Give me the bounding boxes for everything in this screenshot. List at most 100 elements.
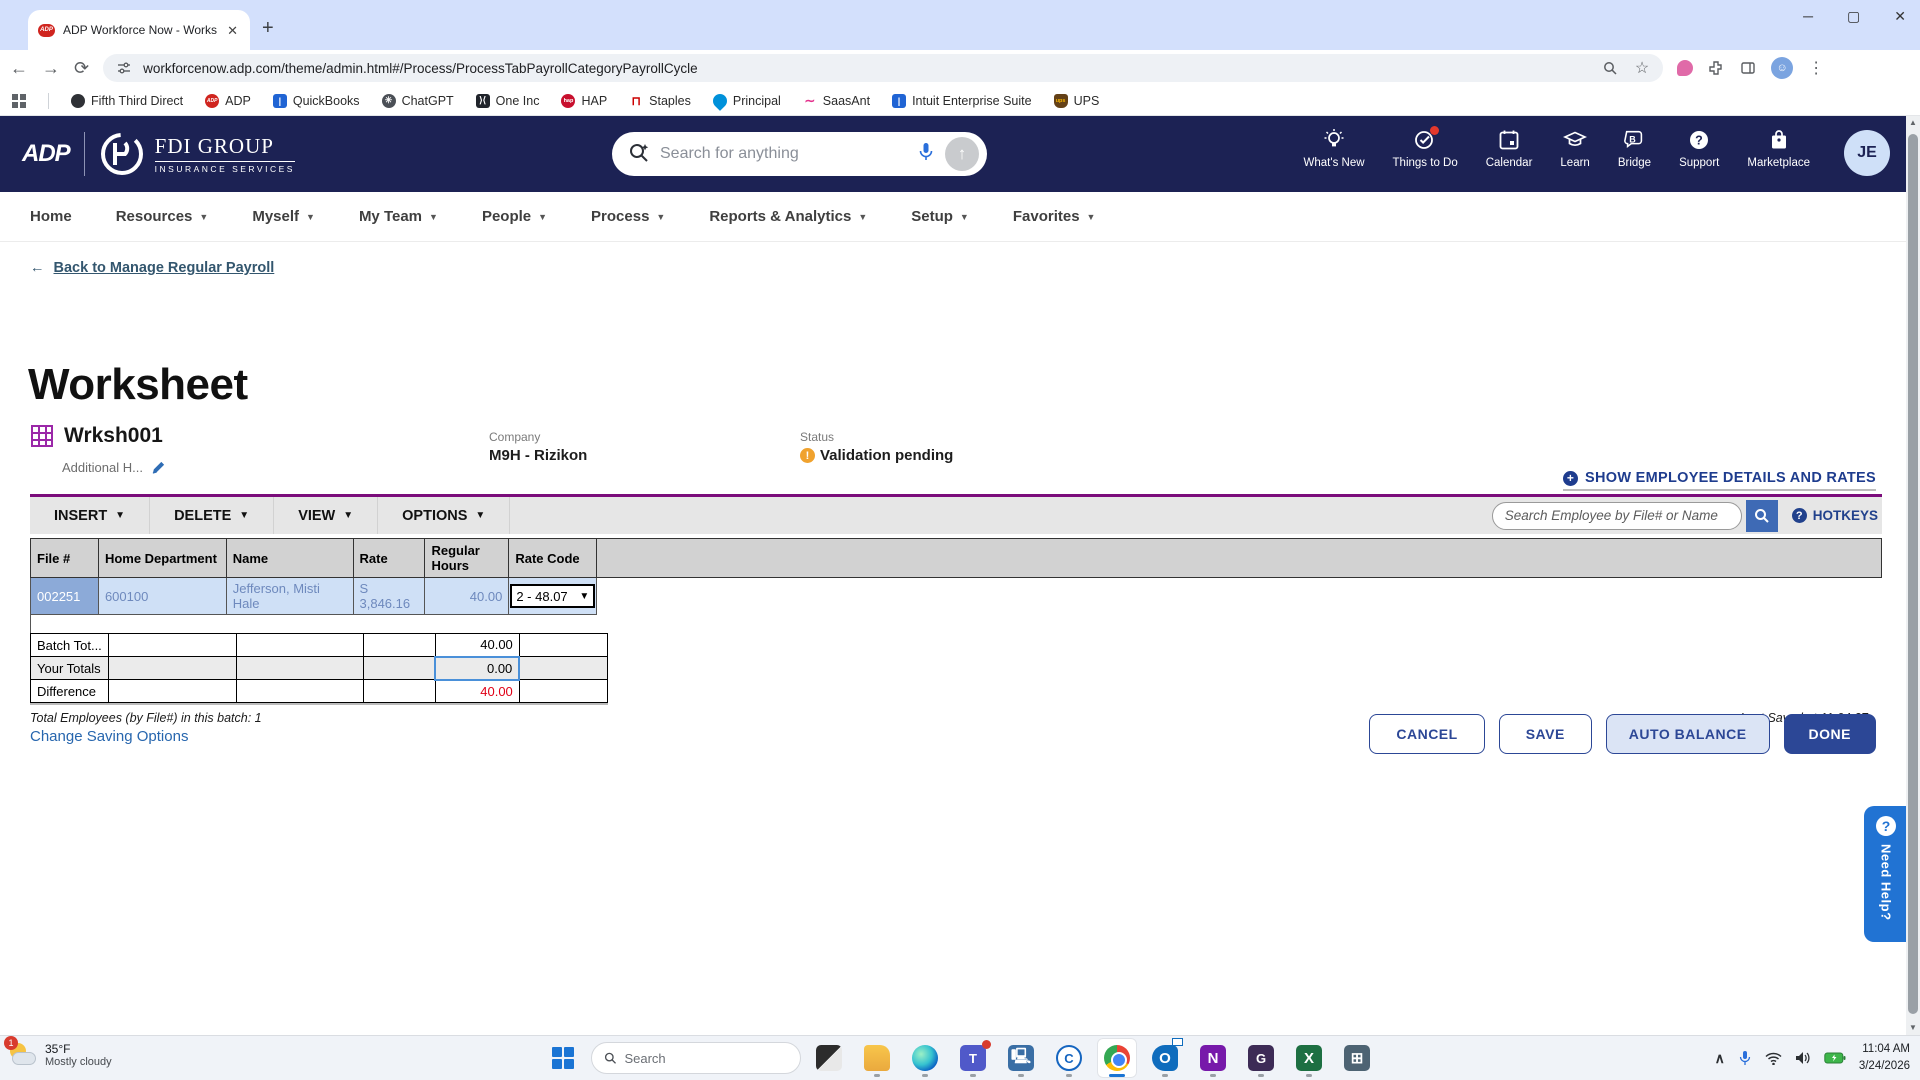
hidden-icons-chevron[interactable]: ∧ [1715, 1050, 1725, 1067]
nav-people[interactable]: People ▼ [482, 208, 547, 225]
nav-process[interactable]: Process ▼ [591, 208, 665, 225]
volume-icon[interactable] [1795, 1051, 1811, 1065]
reload-icon[interactable]: ⟳ [74, 59, 89, 77]
insert-menu[interactable]: INSERT ▼ [30, 497, 151, 534]
browser-profile-avatar[interactable]: ☺ [1771, 57, 1794, 79]
nav-home[interactable]: Home [30, 208, 72, 225]
teams-button[interactable]: T [953, 1038, 993, 1078]
new-tab-button[interactable]: + [262, 18, 274, 38]
learn-button[interactable]: Learn [1560, 128, 1590, 169]
microphone-tray-icon[interactable] [1738, 1050, 1752, 1066]
change-saving-options-link[interactable]: Change Saving Options [30, 728, 188, 745]
wifi-icon[interactable] [1765, 1052, 1782, 1065]
edge-button[interactable] [905, 1038, 945, 1078]
user-avatar[interactable]: JE [1844, 130, 1890, 176]
cell-employee-name[interactable]: Jefferson, Misti Hale [225, 577, 354, 615]
col-header-hours[interactable]: Regular Hours [424, 538, 510, 578]
view-menu[interactable]: VIEW ▼ [274, 497, 379, 534]
hotkeys-button[interactable]: ? HOTKEYS [1791, 508, 1878, 523]
done-button[interactable]: DONE [1783, 714, 1876, 754]
nav-reports-analytics[interactable]: Reports & Analytics ▼ [709, 208, 867, 225]
address-bar[interactable]: workforcenow.adp.com/theme/admin.html#/P… [103, 54, 1664, 82]
bookmark-one-inc[interactable]: ⟩⟨ One Inc [475, 93, 539, 108]
save-button[interactable]: SAVE [1498, 714, 1592, 754]
browser-tab[interactable]: ADP ADP Workforce Now - Workshe ✕ [28, 10, 250, 50]
app-c-button[interactable]: C [1049, 1038, 1089, 1078]
col-header-file[interactable]: File # [30, 538, 99, 578]
side-panel-icon[interactable] [1739, 59, 1757, 77]
scroll-up-icon[interactable]: ▲ [1906, 116, 1920, 130]
window-maximize-icon[interactable]: ▢ [1847, 8, 1860, 25]
bookmark-chatgpt[interactable]: ✳ ChatGPT [381, 93, 454, 108]
things-to-do-button[interactable]: Things to Do [1393, 126, 1458, 169]
employee-search-button[interactable] [1745, 499, 1778, 532]
cell-rate[interactable]: S 3,846.16 [352, 577, 426, 615]
bookmark-hap[interactable]: hap HAP [561, 93, 607, 108]
file-explorer-button[interactable] [857, 1038, 897, 1078]
support-button[interactable]: ? Support [1679, 128, 1719, 169]
page-scrollbar[interactable]: ▲ ▼ [1906, 116, 1920, 1035]
browser-menu-icon[interactable]: ⋮ [1807, 59, 1825, 77]
window-minimize-icon[interactable]: ─ [1803, 8, 1813, 25]
auto-balance-button[interactable]: AUTO BALANCE [1605, 714, 1770, 754]
microphone-icon[interactable] [917, 142, 935, 167]
excel-button[interactable]: X [1289, 1038, 1329, 1078]
bridge-button[interactable]: B Bridge [1618, 128, 1651, 169]
cell-file-number[interactable]: 002251 [30, 577, 99, 615]
your-totals-hours-input[interactable]: 0.00 [434, 655, 521, 681]
onenote-button[interactable]: N [1193, 1038, 1233, 1078]
bookmark-fifth-third[interactable]: Fifth Third Direct [71, 93, 183, 108]
outlook-button[interactable]: O [1145, 1038, 1185, 1078]
whats-new-button[interactable]: What's New [1304, 128, 1365, 169]
tab-close-icon[interactable]: ✕ [225, 22, 240, 39]
weather-widget[interactable]: 1 35°F Mostly cloudy [4, 1036, 112, 1070]
app-g-button[interactable]: G [1241, 1038, 1281, 1078]
taskbar-search-input[interactable] [624, 1050, 788, 1066]
options-menu[interactable]: OPTIONS ▼ [378, 497, 511, 534]
employee-search-input[interactable] [1491, 501, 1742, 530]
pinned-extension-icon[interactable] [1677, 60, 1694, 76]
table-row[interactable]: 002251 600100 Jefferson, Misti Hale S 3,… [30, 577, 1882, 615]
col-header-name[interactable]: Name [225, 538, 354, 578]
bookmark-quickbooks[interactable]: | QuickBooks [272, 93, 360, 108]
scroll-down-icon[interactable]: ▼ [1906, 1021, 1920, 1035]
bookmark-intuit[interactable]: | Intuit Enterprise Suite [892, 93, 1032, 108]
cell-home-department[interactable]: 600100 [97, 577, 227, 615]
global-search-input[interactable] [660, 145, 907, 163]
window-close-icon[interactable]: ✕ [1894, 8, 1906, 25]
task-view-button[interactable] [809, 1038, 849, 1078]
chrome-button[interactable] [1097, 1038, 1137, 1078]
forward-icon[interactable]: → [42, 59, 60, 77]
nav-myself[interactable]: Myself ▼ [252, 208, 315, 225]
back-to-manage-payroll-link[interactable]: ← Back to Manage Regular Payroll [30, 260, 274, 276]
search-submit-button[interactable]: ↑ [945, 137, 979, 171]
show-employee-details-link[interactable]: + SHOW EMPLOYEE DETAILS AND RATES [1563, 470, 1876, 491]
col-header-rate-code[interactable]: Rate Code [508, 538, 598, 578]
taskbar-search[interactable] [591, 1042, 801, 1074]
taskbar-clock[interactable]: 11:04 AM 3/24/2026 [1859, 1041, 1910, 1074]
cancel-button[interactable]: CANCEL [1369, 714, 1485, 754]
col-header-dept[interactable]: Home Department [97, 538, 227, 578]
zoom-icon[interactable] [1601, 59, 1619, 77]
nav-resources[interactable]: Resources ▼ [116, 208, 209, 225]
bookmark-adp[interactable]: ADP ADP [205, 93, 251, 108]
col-header-rate[interactable]: Rate [352, 538, 426, 578]
nav-setup[interactable]: Setup ▼ [911, 208, 969, 225]
cell-regular-hours[interactable]: 40.00 [424, 577, 510, 615]
bookmark-star-icon[interactable]: ☆ [1633, 59, 1651, 77]
start-button[interactable] [543, 1038, 583, 1078]
bookmark-ups[interactable]: ups UPS [1053, 93, 1099, 108]
nav-my-team[interactable]: My Team ▼ [359, 208, 438, 225]
need-help-tab[interactable]: ? Need Help? [1864, 806, 1908, 942]
extensions-puzzle-icon[interactable] [1707, 59, 1725, 77]
nav-favorites[interactable]: Favorites ▼ [1013, 208, 1096, 225]
apps-grid-icon[interactable] [12, 93, 26, 108]
site-settings-icon[interactable] [115, 59, 133, 77]
calculator-button[interactable]: ⊞ [1337, 1038, 1377, 1078]
delete-menu[interactable]: DELETE ▼ [150, 497, 275, 534]
marketplace-button[interactable]: Marketplace [1747, 128, 1810, 169]
bookmark-saasant[interactable]: ∼ SaasAnt [802, 93, 870, 108]
battery-icon[interactable] [1824, 1052, 1846, 1064]
rate-code-select[interactable]: 2 - 48.07 ▼ [510, 584, 596, 608]
scrollbar-thumb[interactable] [1908, 134, 1918, 1014]
